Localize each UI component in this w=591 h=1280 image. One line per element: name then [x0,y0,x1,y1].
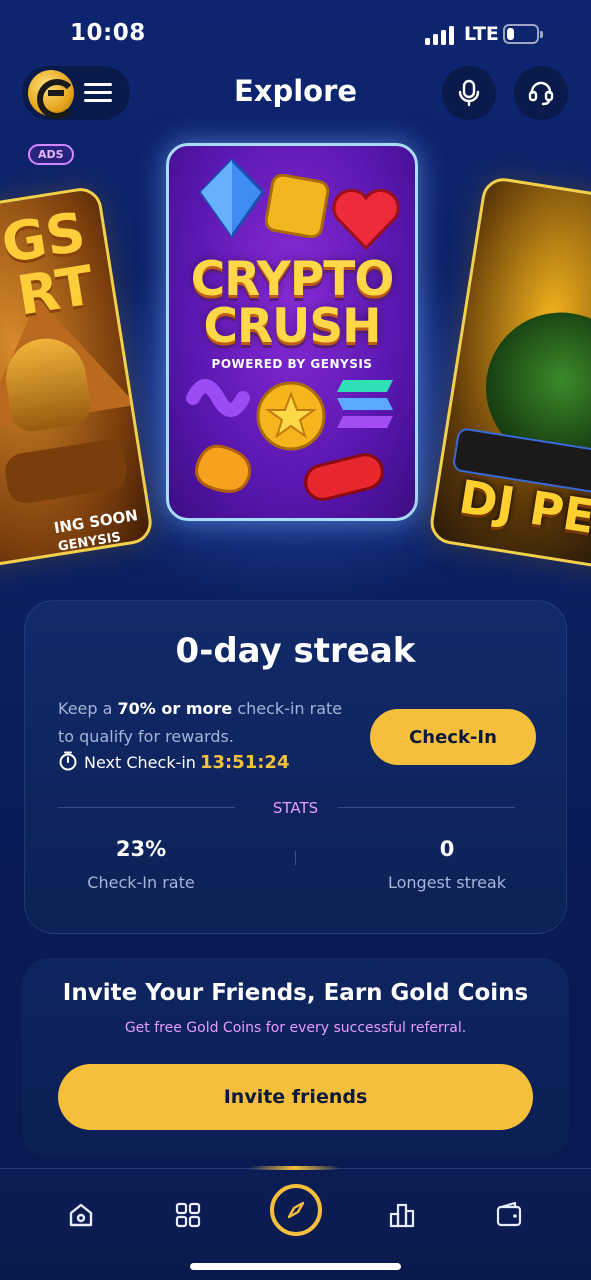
nav-explore[interactable] [270,1184,322,1236]
streak-desc-before: Keep a [58,699,118,718]
stat-checkin-rate-label: Check-In rate [87,873,195,892]
support-button[interactable] [514,66,568,120]
game-card-right[interactable]: DJ PE [427,175,591,575]
stat-separator [295,851,296,865]
streak-desc-bold: 70% or more [117,699,233,718]
stat-longest-streak-value: 0 [439,837,455,861]
ads-badge: ADS [28,144,74,165]
kart-art [2,437,130,506]
leaderboard-icon [389,1203,415,1228]
gold-cube-icon [265,174,329,238]
solana-bars-icon [337,380,393,428]
next-checkin-line: Next Check-in 13:51:24 [58,751,289,773]
battery-icon [503,24,543,44]
stopwatch-icon [59,751,77,771]
next-checkin-label: Next Check-in [84,753,196,772]
game-card-crypto-crush[interactable]: CRYPTO CRUSH POWERED BY GENYSIS [166,143,418,521]
blue-crystal-icon [199,158,265,238]
left-card-title: GS RT [0,200,98,328]
network-label: LTE [464,23,499,45]
left-card-coming-soon: ING SOON [52,506,139,538]
home-indicator[interactable] [190,1263,401,1270]
bottom-nav [0,1166,591,1280]
signal-icon [425,25,455,45]
crypto-crush-title-line-1: CRYPTO [190,252,395,307]
invite-subtitle: Get free Gold Coins for every successful… [124,1020,467,1036]
game-card-left[interactable]: GS RT ING SOON GENYSIS [0,185,155,575]
battery-level [507,28,514,40]
nav-wallet[interactable] [483,1189,535,1241]
wallet-icon [496,1201,522,1227]
orange-candy-icon [194,444,252,493]
page-title: Explore [233,74,358,108]
explore-screen: 10:08 LTE Explore ADS GS RT ING SOON GEN… [0,0,591,1280]
left-card-title-line-2: RT [13,253,98,328]
invite-friends-button[interactable]: Invite friends [58,1064,533,1130]
nav-active-glow [250,1166,340,1170]
nav-home[interactable] [55,1189,107,1241]
crypto-crush-title: CRYPTO CRUSH [169,256,415,350]
nav-games[interactable] [162,1189,214,1241]
crypto-crush-title-line-2: CRUSH [203,299,381,354]
home-icon [69,1203,93,1227]
support-headset-icon [528,81,554,106]
check-in-button[interactable]: Check-In [370,709,536,765]
compass-icon [287,1201,305,1219]
status-bar: 10:08 LTE [0,0,591,70]
streak-description: Keep a 70% or more check-in rate to qual… [58,695,348,751]
stat-longest-streak-label: Longest streak [387,873,506,892]
invite-card: Invite Your Friends, Earn Gold Coins Get… [22,958,569,1158]
red-heart-icon [332,188,400,251]
streak-title: 0-day streak [175,631,416,671]
gold-star-coin-icon [256,381,326,451]
red-capsule-candy-icon [304,453,384,501]
nav-leaderboard[interactable] [376,1189,428,1241]
grid-icon [175,1202,201,1228]
streak-card: 0-day streak Keep a 70% or more check-in… [24,600,567,934]
stats-label: STATS [272,799,319,817]
checkin-countdown: 13:51:24 [199,752,290,773]
invite-title: Invite Your Friends, Earn Gold Coins [62,980,529,1006]
stat-longest-streak: 0 Longest streak [347,837,547,892]
stat-checkin-rate: 23% Check-In rate [41,837,241,892]
stat-checkin-rate-value: 23% [115,837,167,861]
microphone-icon [458,79,480,107]
status-time: 10:08 [70,20,146,46]
purple-link-icon [186,379,250,417]
microphone-button[interactable] [442,66,496,120]
